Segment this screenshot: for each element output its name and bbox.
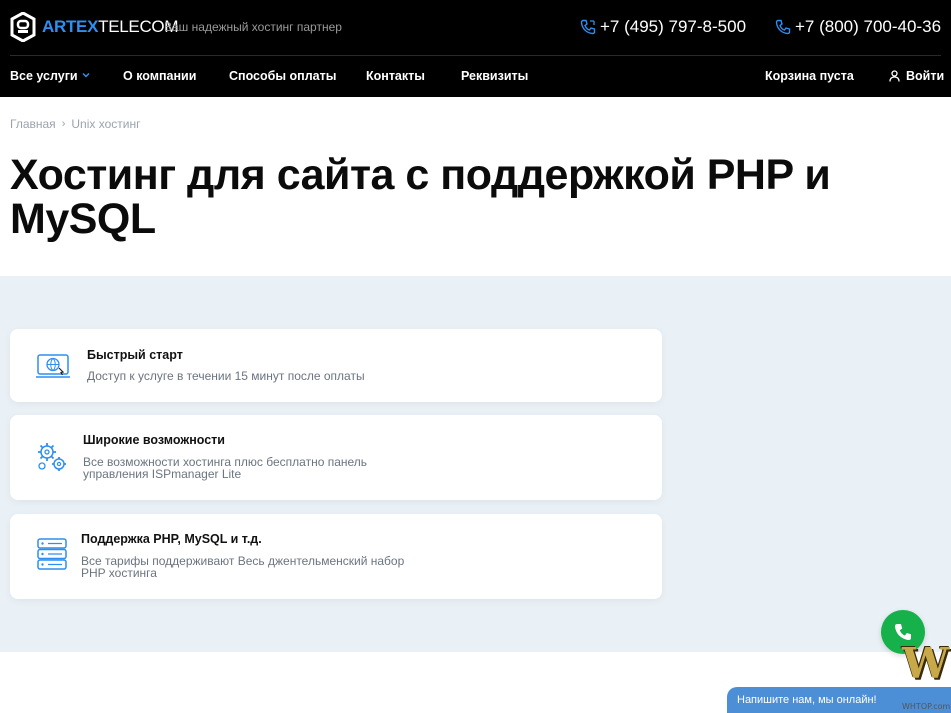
watermark-url: WHTOP.com [902,702,951,711]
features-section: Быстрый старт Доступ к услуге в течении … [0,276,951,652]
nav-item-services[interactable]: Все услуги [10,69,90,83]
cart-link[interactable]: Корзина пуста [765,69,854,83]
phone-number-2: +7 (800) 700-40-36 [795,17,942,36]
whtop-watermark: W WHTOP.com [900,628,951,713]
tagline: Ваш надежный хостинг партнер [164,20,342,34]
phone-number-1: +7 (495) 797-8-500 [600,17,747,36]
laptop-globe-icon [36,354,70,378]
feature-card-quick-start: Быстрый старт Доступ к услуге в течении … [10,329,662,402]
gears-icon [38,443,66,471]
feature-description: Все возможности хостинга плюс бесплатно … [83,455,368,481]
feature-description: Доступ к услуге в течении 15 минут после… [87,369,365,383]
page-title: Хостинг для сайта с поддержкой PHP и MyS… [10,151,831,243]
nav-item-about[interactable]: О компании [123,69,196,83]
breadcrumb-home[interactable]: Главная [10,117,56,131]
login-link[interactable]: Войти [889,69,944,83]
feature-card-php-support: Поддержка PHP, MySQL и т.д. Все тарифы п… [10,514,662,599]
server-rack-icon [37,538,67,570]
chevron-right-icon: › [61,118,66,130]
watermark-logo: W [902,639,950,688]
login-label: Войти [906,69,945,83]
phone-link-free[interactable]: +7 (800) 700-40-36 [775,17,941,37]
user-icon [889,70,900,82]
header-divider [10,55,941,56]
nav-item-contacts[interactable]: Контакты [366,69,425,83]
feature-description: Все тарифы поддерживают Весь джентельмен… [81,554,405,580]
logo[interactable]: ARTEXTELECOM [10,12,179,42]
feature-title: Быстрый старт [87,348,183,362]
feature-title: Поддержка PHP, MySQL и т.д. [81,532,262,546]
nav-item-payment[interactable]: Способы оплаты [229,69,336,83]
breadcrumb: Главная › Unix хостинг [10,117,140,131]
phone-icon [775,19,791,35]
logo-text: ARTEXTELECOM [42,17,179,36]
logo-icon [10,12,36,42]
site-header: ARTEXTELECOM Ваш надежный хостинг партне… [0,0,951,97]
feature-card-capabilities: Широкие возможности Все возможности хост… [10,415,662,500]
breadcrumb-current: Unix хостинг [71,117,141,131]
phone-icon [580,19,596,35]
feature-title: Широкие возможности [83,433,225,447]
chevron-down-icon [82,72,90,78]
nav-item-requisites[interactable]: Реквизиты [461,69,528,83]
phone-link-moscow[interactable]: +7 (495) 797-8-500 [580,17,746,37]
